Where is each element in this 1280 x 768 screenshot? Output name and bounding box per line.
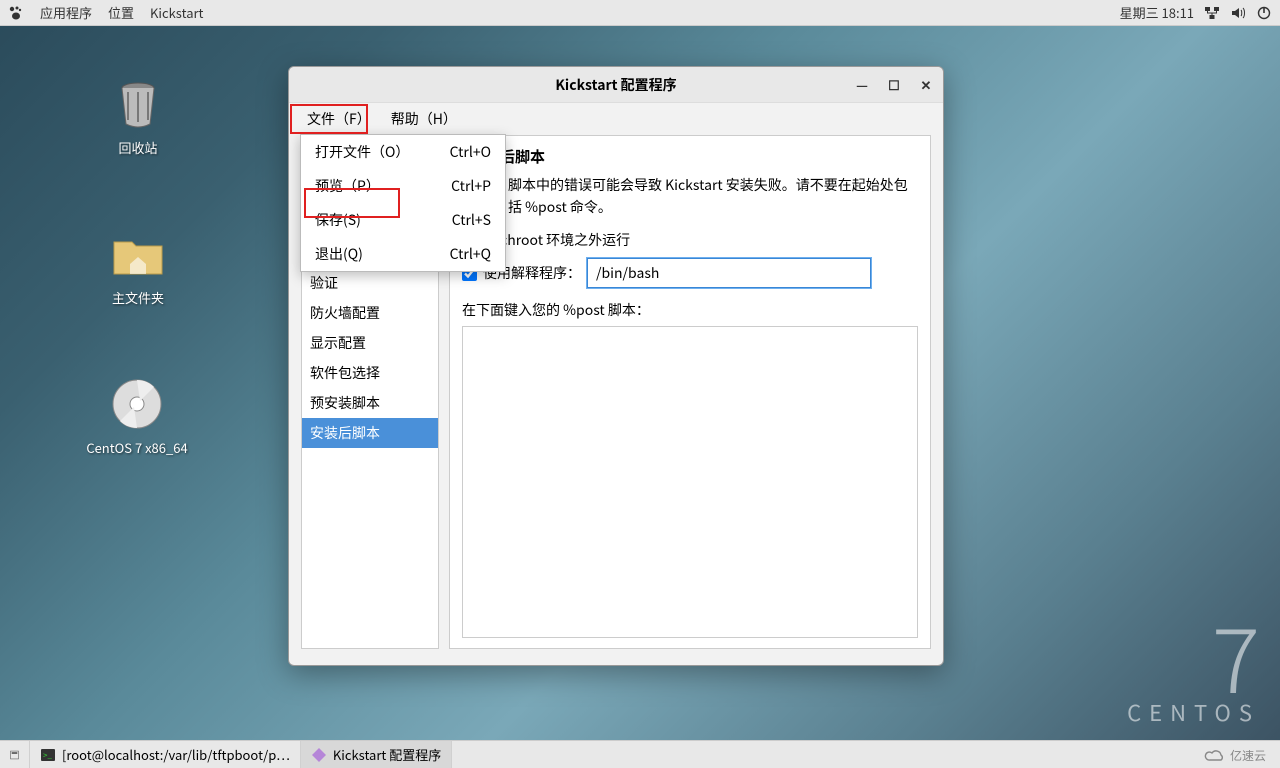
content-pane: 后脚本 ! 脚本中的错误可能会导致 Kickstart 安装失败。请不要在起始处…: [449, 135, 931, 649]
menu-open-file[interactable]: 打开文件（O）Ctrl+O: [301, 135, 505, 169]
menu-file[interactable]: 文件（F）: [297, 105, 381, 133]
taskbar-kickstart-label: Kickstart 配置程序: [333, 745, 441, 764]
top-panel: 应用程序 位置 Kickstart 星期三 18:11: [0, 0, 1280, 26]
sidebar-item-postscript[interactable]: 安装后脚本: [302, 418, 438, 448]
menu-quit[interactable]: 退出(Q)Ctrl+Q: [301, 237, 505, 271]
svg-text:>_: >_: [43, 750, 52, 761]
menubar: 文件（F） 帮助（H）: [289, 103, 943, 135]
menu-save[interactable]: 保存(S)Ctrl+S: [301, 203, 505, 237]
taskbar: >_ [root@localhost:/var/lib/tftpboot/p… …: [0, 740, 1280, 768]
interpreter-input[interactable]: [587, 258, 871, 288]
watermark-logo: 亿速云: [1204, 747, 1266, 764]
sidebar-item-display[interactable]: 显示配置: [302, 328, 438, 358]
show-desktop-button[interactable]: [0, 741, 30, 768]
content-heading: 后脚本: [500, 146, 918, 167]
menu-places[interactable]: 位置: [108, 3, 134, 22]
menu-applications[interactable]: 应用程序: [40, 3, 92, 22]
disc-icon: [109, 376, 165, 432]
enter-script-label: 在下面键入您的 %post 脚本：: [462, 300, 918, 320]
sidebar-item-auth[interactable]: 验证: [302, 268, 438, 298]
taskbar-terminal[interactable]: >_ [root@localhost:/var/lib/tftpboot/p…: [30, 741, 301, 768]
desktop-disc[interactable]: CentOS 7 x86_64: [72, 376, 202, 457]
titlebar[interactable]: Kickstart 配置程序 — ☐ ✕: [289, 67, 943, 103]
desktop-trash[interactable]: 回收站: [88, 76, 188, 157]
folder-home-icon: [110, 226, 166, 282]
taskbar-terminal-label: [root@localhost:/var/lib/tftpboot/p…: [62, 745, 290, 764]
clock[interactable]: 星期三 18:11: [1120, 3, 1194, 22]
script-textarea[interactable]: [462, 326, 918, 638]
minimize-button[interactable]: —: [853, 76, 871, 94]
trash-icon: [110, 76, 166, 132]
sidebar-item-packages[interactable]: 软件包选择: [302, 358, 438, 388]
volume-icon[interactable]: [1230, 5, 1246, 21]
desktop-trash-label: 回收站: [88, 138, 188, 157]
desktop-disc-label: CentOS 7 x86_64: [72, 438, 202, 457]
menu-current-app[interactable]: Kickstart: [150, 3, 203, 22]
power-icon[interactable]: [1256, 5, 1272, 21]
menu-help[interactable]: 帮助（H）: [381, 105, 467, 133]
desktop-home-label: 主文件夹: [88, 288, 188, 307]
taskbar-kickstart[interactable]: Kickstart 配置程序: [301, 741, 452, 768]
warning-text: 脚本中的错误可能会导致 Kickstart 安装失败。请不要在起始处包括 %po…: [508, 175, 918, 218]
sidebar-item-firewall[interactable]: 防火墙配置: [302, 298, 438, 328]
network-icon[interactable]: [1204, 5, 1220, 21]
sidebar-item-prescript[interactable]: 预安装脚本: [302, 388, 438, 418]
close-button[interactable]: ✕: [917, 76, 935, 94]
menu-preview[interactable]: 预览（P）Ctrl+P: [301, 169, 505, 203]
centos-watermark: 7 CENTOS: [1127, 618, 1260, 728]
file-menu-dropdown: 打开文件（O）Ctrl+O 预览（P）Ctrl+P 保存(S)Ctrl+S 退出…: [300, 134, 506, 272]
maximize-button[interactable]: ☐: [885, 76, 903, 94]
desktop-home[interactable]: 主文件夹: [88, 226, 188, 307]
window-title: Kickstart 配置程序: [555, 75, 676, 95]
gnome-foot-icon: [8, 5, 24, 21]
